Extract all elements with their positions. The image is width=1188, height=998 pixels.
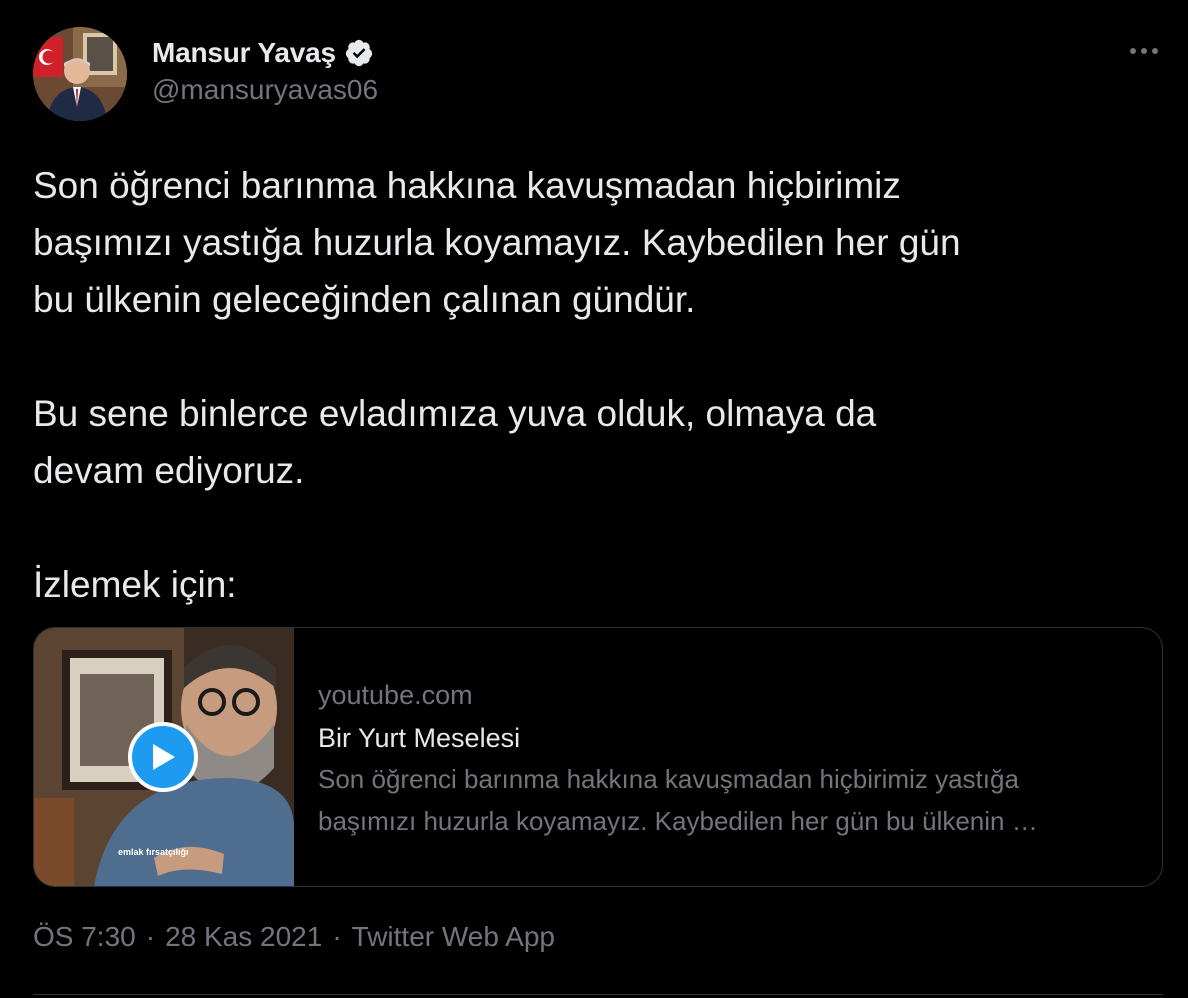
card-title: Bir Yurt Meselesi bbox=[318, 723, 521, 753]
tweet: Mansur Yavaş @mansuryavas06 Son öğrenci … bbox=[0, 0, 1188, 998]
tweet-metadata: ÖS 7:30 · 28 Kas 2021 · Twitter Web App bbox=[33, 921, 555, 953]
author-handle[interactable]: @mansuryavas06 bbox=[152, 74, 378, 106]
video-thumbnail[interactable]: emlak fırsatçılığı bbox=[34, 628, 294, 886]
link-preview-card[interactable]: emlak fırsatçılığı youtube.com Bir Yurt … bbox=[33, 627, 1163, 887]
avatar[interactable] bbox=[33, 27, 127, 121]
profile-photo bbox=[33, 27, 127, 121]
card-description: Son öğrenci barınma hakkına kavuşmadan h… bbox=[318, 764, 1038, 836]
card-text: youtube.com Bir Yurt Meselesi Son öğrenc… bbox=[294, 628, 1162, 886]
verified-badge-icon bbox=[345, 39, 372, 67]
tweet-date[interactable]: 28 Kas 2021 bbox=[165, 921, 322, 953]
tweet-text: Son öğrenci barınma hakkına kavuşmadan h… bbox=[33, 157, 1163, 613]
author-name-row: Mansur Yavaş bbox=[152, 34, 374, 72]
tweet-source[interactable]: Twitter Web App bbox=[352, 921, 555, 953]
tweet-paragraph-2: Bu sene binlerce evladımıza yuva olduk, … bbox=[33, 393, 877, 491]
play-icon bbox=[153, 744, 175, 770]
tweet-paragraph-3: İzlemek için: bbox=[33, 564, 237, 605]
separator: · bbox=[145, 921, 156, 952]
divider bbox=[33, 994, 1163, 995]
play-button[interactable] bbox=[128, 722, 198, 792]
tweet-paragraph-1: Son öğrenci barınma hakkına kavuşmadan h… bbox=[33, 165, 961, 320]
more-options-button[interactable] bbox=[1127, 34, 1161, 68]
tweet-time[interactable]: ÖS 7:30 bbox=[33, 921, 136, 953]
ellipsis-icon bbox=[1130, 48, 1158, 54]
separator: · bbox=[332, 921, 342, 952]
thumbnail-caption: emlak fırsatçılığı bbox=[118, 847, 189, 857]
author-display-name[interactable]: Mansur Yavaş bbox=[152, 37, 336, 69]
card-domain: youtube.com bbox=[318, 680, 473, 710]
